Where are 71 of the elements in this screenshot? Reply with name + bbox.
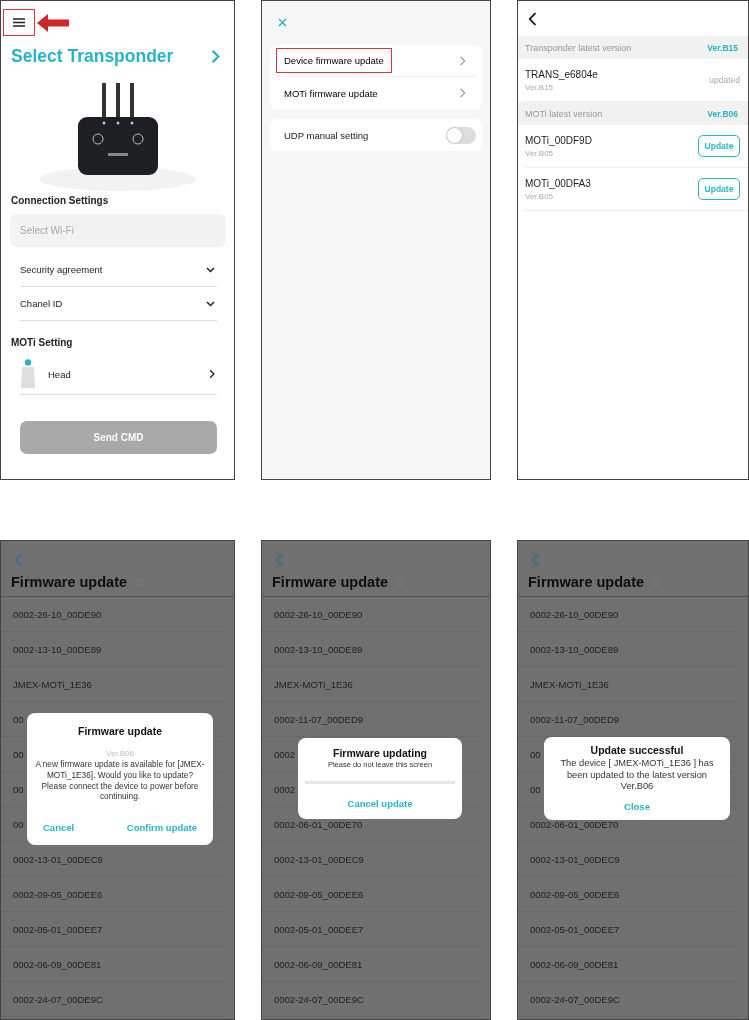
back-icon[interactable] xyxy=(528,12,537,26)
screen-title: Firmware update xyxy=(528,574,645,590)
update-button[interactable]: Update xyxy=(698,178,740,200)
dialog-version: Ver.B06 xyxy=(106,749,134,758)
body-part-row[interactable]: Head xyxy=(20,354,217,395)
dialog-message: A new firmware update is available for [JMEX-MOTi_1E36]. Would you like to update? Please connect the device to power before continuing. xyxy=(35,759,205,803)
menu-icon xyxy=(13,18,25,27)
dialog-button[interactable]: Cancel xyxy=(39,820,79,836)
device-name: MOTi_00DFA3 xyxy=(525,177,591,189)
device-list-item[interactable]: 0002-13-10_00DE89 xyxy=(262,632,480,667)
latest-version: Ver.B06 xyxy=(707,108,738,119)
device-name: TRANS_e6804e xyxy=(525,68,598,80)
device-list-item[interactable]: 0002-06-09_00DE81 xyxy=(262,947,480,982)
device-list-item[interactable]: 0002-05-01_00DEE7 xyxy=(1,912,224,947)
chevron-right-icon xyxy=(459,54,466,67)
device-list-item[interactable]: 0002-09-05_00DEE6 xyxy=(518,877,738,912)
device-name: MOTi_00DF9D xyxy=(525,134,592,146)
status-label: updated xyxy=(709,75,740,85)
dialog-button[interactable]: Confirm update xyxy=(122,820,201,836)
device-list-item[interactable]: 0002-06-09_00DE81 xyxy=(1,947,224,982)
device-version: Ver.B05 xyxy=(525,191,555,201)
dialog-title: Firmware updating xyxy=(333,747,427,759)
device-list-item[interactable]: 0002-24-07_00DE9C xyxy=(262,982,480,1017)
section-heading: Connection Settings xyxy=(10,195,110,206)
menu-item[interactable]: MOTi firmware update xyxy=(276,77,476,109)
menu-item[interactable]: Device firmware update xyxy=(276,45,476,77)
update-button[interactable]: Update xyxy=(698,135,740,157)
chevron-right-icon xyxy=(459,87,466,99)
dialog-message: The device [ JMEX-MOTi_1E36 ] has been updated to the latest version Ver.B06 xyxy=(560,758,714,793)
section-heading: MOTi Setting xyxy=(10,337,74,348)
device-list-item[interactable]: 0002-11-07_00DED9 xyxy=(262,702,480,737)
device-list-item[interactable]: 0002-24-07_00DE9C xyxy=(1,982,224,1017)
device-list-item[interactable]: 0002-09-05_00DEE6 xyxy=(262,877,480,912)
device-list-item[interactable]: 0002-26-10_00DE90 xyxy=(262,597,480,632)
device-list-item[interactable]: 0002-06-09_00DE81 xyxy=(518,947,738,982)
dropdown[interactable]: Chanel ID xyxy=(20,287,217,321)
section-title: MOTi latest version xyxy=(525,108,603,119)
device-version: Ver.B05 xyxy=(525,148,555,158)
screen-title: Firmware update xyxy=(11,574,128,590)
device-version: Ver.B15 xyxy=(525,82,555,92)
device-list-item[interactable]: 0002-13-01_00DEC9 xyxy=(262,842,480,877)
device-list-item[interactable]: 0002-24-07_00DE9C xyxy=(518,982,738,1017)
device-list-item[interactable]: JMEX-MOTi_1E36 xyxy=(1,667,224,702)
chevron-right-icon xyxy=(211,49,220,64)
latest-version: Ver.B15 xyxy=(707,42,738,53)
dropdown[interactable]: Security agreement xyxy=(20,253,217,287)
device-list-item[interactable]: 0002-13-01_00DEC9 xyxy=(518,842,738,877)
device-list-item[interactable]: JMEX-MOTi_1E36 xyxy=(262,667,480,702)
chevron-down-icon xyxy=(206,266,215,273)
setting-label: UDP manual setting xyxy=(283,128,370,143)
arrow-left-icon xyxy=(37,13,69,32)
device-list-item[interactable]: JMEX-MOTi_1E36 xyxy=(518,667,738,702)
chevron-down-icon xyxy=(206,300,215,307)
screen-title: Select Transponder xyxy=(11,46,174,67)
screen-title: Firmware update xyxy=(272,574,389,590)
section-title: Transponder latest version xyxy=(525,42,632,53)
body-figure-icon xyxy=(20,359,36,389)
device-list-item[interactable]: 0002-09-05_00DEE6 xyxy=(1,877,224,912)
dialog-title: Update successful xyxy=(590,744,684,756)
device-list-item[interactable]: 0002-26-10_00DE90 xyxy=(518,597,738,632)
dialog-title: Firmware update xyxy=(78,725,162,737)
wifi-field[interactable]: Select Wi-Fi xyxy=(10,214,226,247)
device-list-item[interactable]: 0002-05-01_00DEE7 xyxy=(262,912,480,947)
device-list-item[interactable]: 0002-26-10_00DE90 xyxy=(1,597,224,632)
chevron-right-icon xyxy=(209,369,215,379)
device-list-item[interactable]: 0002-13-10_00DE89 xyxy=(1,632,224,667)
menu-button[interactable] xyxy=(3,9,35,36)
toggle-switch[interactable] xyxy=(446,126,476,144)
device-list-item[interactable]: 0002-05-01_00DEE7 xyxy=(518,912,738,947)
close-icon[interactable] xyxy=(278,18,287,27)
device-list-item[interactable]: 0002-13-10_00DE89 xyxy=(518,632,738,667)
